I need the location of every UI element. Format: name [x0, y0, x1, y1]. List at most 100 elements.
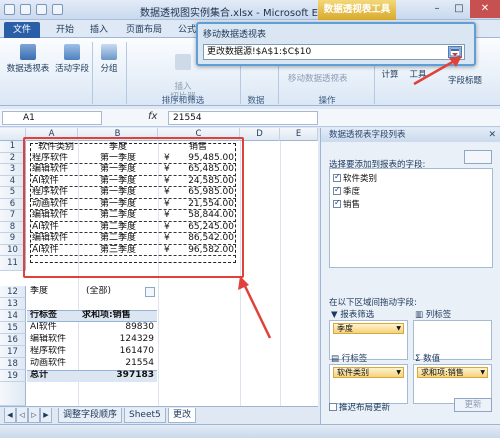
pivot-value-header[interactable]: 求和项:销售: [82, 310, 154, 322]
tab-file[interactable]: 文件: [4, 22, 40, 38]
checkbox-checked-icon[interactable]: [333, 172, 341, 182]
row-header[interactable]: 16: [0, 334, 26, 346]
sheet-tab-reorder[interactable]: 调整字段顺序: [58, 408, 123, 423]
row-header[interactable]: 12: [0, 286, 26, 298]
sigma-icon: Σ: [415, 354, 424, 364]
row-header: [0, 382, 26, 406]
rows-icon: ▤: [331, 354, 342, 364]
active-field-button[interactable]: 活动字段: [54, 44, 90, 74]
status-bar: [0, 424, 500, 438]
last-sheet-icon[interactable]: ▶: [40, 408, 52, 423]
tab-page-layout[interactable]: 页面布局: [120, 22, 168, 38]
columns-icon: ▥: [415, 310, 426, 320]
pivot-table-icon: [20, 44, 36, 60]
pane-close-icon[interactable]: ✕: [488, 128, 496, 142]
column-header-d[interactable]: D: [240, 128, 280, 141]
pivot-table-button[interactable]: 数据透视表: [6, 44, 50, 74]
row-header[interactable]: 13: [0, 298, 26, 310]
tab-home[interactable]: 开始: [50, 22, 80, 38]
tools-button[interactable]: 工具: [404, 68, 432, 80]
pivot-tools-context-tab[interactable]: 数据透视表工具: [318, 0, 396, 20]
field-item-category[interactable]: 软件类别: [333, 172, 377, 184]
calculations-button[interactable]: 计算: [376, 68, 404, 80]
report-filter-heading: ▼ 报表筛选: [331, 310, 375, 320]
pivot-filter-value[interactable]: (全部): [86, 286, 142, 298]
pivot-row-label[interactable]: 程序软件: [30, 346, 80, 358]
group-button[interactable]: 分组: [96, 44, 122, 74]
column-header-e[interactable]: E: [280, 128, 318, 141]
row-labels-heading: ▤ 行标签: [331, 354, 368, 364]
fx-icon[interactable]: fx: [148, 111, 157, 122]
name-box[interactable]: A1: [2, 111, 102, 125]
sheet-tab-sheet5[interactable]: Sheet5: [124, 408, 166, 423]
checkbox-checked-icon[interactable]: [333, 185, 341, 195]
excel-logo-icon[interactable]: [4, 4, 15, 15]
next-sheet-icon[interactable]: ▷: [28, 408, 40, 423]
close-icon[interactable]: ✕: [470, 0, 500, 18]
save-icon[interactable]: [20, 4, 31, 15]
field-headers-button[interactable]: 字段标题: [438, 74, 492, 86]
field-layout-button[interactable]: [464, 150, 492, 164]
tab-insert[interactable]: 插入: [84, 22, 114, 38]
filter-icon: ▼: [331, 310, 341, 320]
formula-bar: A1 fx 21554: [0, 109, 500, 127]
update-button[interactable]: 更新: [454, 398, 492, 412]
first-sheet-icon[interactable]: ◀: [4, 408, 16, 423]
pivot-row-header[interactable]: 行标签: [30, 310, 76, 322]
pane-title-bar: 数据透视表字段列表 ✕: [321, 128, 500, 142]
row-chip-category[interactable]: 软件类别 ▼: [333, 367, 404, 378]
defer-layout-update[interactable]: 推迟布局更新: [329, 401, 390, 413]
row-header[interactable]: 18: [0, 358, 26, 370]
location-input[interactable]: 更改数据源!$A$1:$C$10: [203, 44, 465, 60]
active-field-icon: [64, 44, 80, 60]
filter-chip-quarter[interactable]: 季度 ▼: [333, 323, 404, 334]
row-labels-area[interactable]: 软件类别 ▼: [329, 364, 408, 404]
title-bar: 数据透视图实例集合.xlsx - Microsoft Excel 数据透视表工具…: [0, 0, 500, 20]
formula-input[interactable]: 21554: [168, 111, 318, 125]
group-label-data: 数据: [247, 96, 265, 106]
filter-dropdown-icon[interactable]: [145, 287, 155, 297]
pivot-row-value[interactable]: 161470: [80, 346, 154, 358]
row-header[interactable]: 19: [0, 370, 26, 382]
chip-dropdown-icon[interactable]: ▼: [480, 368, 485, 378]
pivot-total-value[interactable]: 397183: [80, 370, 154, 382]
checkbox-unchecked-icon[interactable]: [329, 403, 337, 411]
move-pivot-button[interactable]: 移动数据透视表: [288, 72, 372, 84]
ribbon-separator: [92, 42, 93, 104]
prev-sheet-icon[interactable]: ◁: [16, 408, 28, 423]
pivot-field-list-pane: 数据透视表字段列表 ✕ 选择要添加到报表的字段: 软件类别 季度 销售 在以下区…: [320, 128, 500, 424]
collapse-dialog-icon[interactable]: [448, 46, 462, 58]
ribbon-separator: [126, 42, 127, 104]
row-header[interactable]: 14: [0, 310, 26, 322]
sheet-tabs: ◀ ◁ ▷ ▶ 调整字段顺序 Sheet5 更改: [0, 406, 318, 424]
values-heading: Σ 数值: [415, 354, 441, 364]
pivot-total-label[interactable]: 总计: [30, 370, 76, 382]
pivot-row-value[interactable]: 89830: [80, 322, 154, 334]
excel-window: 数据透视图实例集合.xlsx - Microsoft Excel 数据透视表工具…: [0, 0, 500, 438]
pivot-filter-label[interactable]: 季度: [30, 286, 76, 298]
checkbox-checked-icon[interactable]: [333, 198, 341, 208]
field-list: 软件类别 季度 销售: [329, 168, 493, 268]
group-icon: [101, 44, 117, 60]
sheet-tab-change[interactable]: 更改: [168, 408, 197, 423]
row-header[interactable]: 15: [0, 322, 26, 334]
chip-dropdown-icon[interactable]: ▼: [396, 324, 401, 334]
pivot-row-label[interactable]: 编辑软件: [30, 334, 80, 346]
minimize-icon[interactable]: –: [426, 0, 448, 18]
redo-icon[interactable]: [52, 4, 63, 15]
chip-dropdown-icon[interactable]: ▼: [396, 368, 401, 378]
pivot-row-value[interactable]: 124329: [80, 334, 154, 346]
undo-icon[interactable]: [36, 4, 47, 15]
dialog-title: 移动数据透视表: [203, 30, 267, 40]
pivot-row-label[interactable]: 动画软件: [30, 358, 80, 370]
row-header[interactable]: 17: [0, 346, 26, 358]
pivot-row-label[interactable]: AI软件: [30, 322, 80, 334]
field-item-quarter[interactable]: 季度: [333, 185, 360, 197]
slicer-icon: [175, 54, 191, 70]
pivot-row-value[interactable]: 21554: [80, 358, 154, 370]
field-item-sales[interactable]: 销售: [333, 198, 360, 210]
maximize-icon[interactable]: □: [448, 0, 470, 18]
move-pivot-dialog: 移动数据透视表 更改数据源!$A$1:$C$10: [196, 22, 476, 66]
gridline: [280, 141, 281, 406]
value-chip-sum-sales[interactable]: 求和项:销售 ▼: [417, 367, 488, 378]
